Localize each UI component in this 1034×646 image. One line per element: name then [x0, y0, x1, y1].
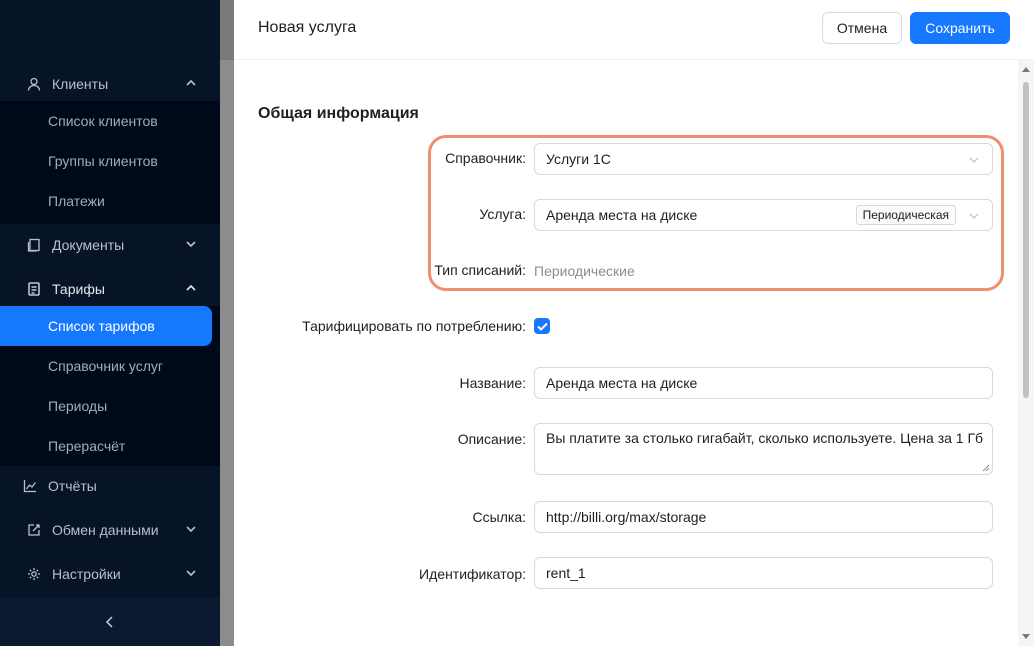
exchange-icon	[26, 522, 42, 538]
identifier-value: rent_1	[546, 565, 586, 581]
sidebar-item-client-groups[interactable]: Группы клиентов	[0, 141, 220, 181]
sidebar-item-label: Перерасчёт	[48, 438, 126, 454]
chevron-down-icon	[186, 570, 196, 577]
name-value: Аренда места на диске	[546, 375, 698, 391]
scroll-down-arrow-icon[interactable]	[1022, 634, 1030, 639]
link-value: http://billi.org/max/storage	[546, 509, 707, 525]
overlay-mask	[220, 60, 234, 646]
directory-value: Услуги 1С	[546, 151, 611, 167]
service-label: Услуга:	[479, 206, 526, 222]
chart-icon	[22, 478, 38, 494]
directory-select[interactable]: Услуги 1С	[534, 143, 993, 175]
sidebar-item-recalculation[interactable]: Перерасчёт	[0, 426, 220, 466]
charge-type-label: Тип списаний:	[434, 262, 526, 278]
name-input[interactable]: Аренда места на диске	[534, 367, 993, 399]
usage-billing-label: Тарифицировать по потреблению:	[302, 318, 526, 334]
scrollbar[interactable]	[1018, 60, 1034, 646]
sidebar-item-label: Список клиентов	[48, 113, 158, 129]
sidebar-group-label: Документы	[52, 237, 125, 253]
new-service-drawer: Новая услуга Отмена Сохранить Общая инфо…	[234, 0, 1034, 646]
service-select[interactable]: Аренда места на диске Периодическая	[534, 199, 993, 231]
sidebar-group-label: Обмен данными	[52, 522, 159, 538]
user-icon	[26, 76, 42, 92]
sidebar-item-label: Периоды	[48, 398, 108, 414]
charge-type-value: Периодические	[534, 263, 635, 279]
scrollbar-thumb[interactable]	[1023, 82, 1029, 398]
sidebar-group-label: Настройки	[52, 566, 121, 582]
usage-billing-checkbox[interactable]	[534, 318, 550, 334]
service-value: Аренда места на диске	[546, 207, 698, 223]
chevron-down-icon	[186, 526, 196, 533]
sidebar-item-label: Группы клиентов	[48, 153, 158, 169]
service-type-tag: Периодическая	[855, 205, 956, 225]
sidebar-group-label: Отчёты	[48, 478, 97, 494]
directory-label: Справочник:	[445, 150, 526, 166]
drawer-header: Новая услуга Отмена Сохранить	[234, 0, 1034, 60]
section-title: Общая информация	[258, 105, 419, 122]
sidebar-item-client-list[interactable]: Список клиентов	[0, 101, 220, 141]
sidebar-group-label: Клиенты	[52, 76, 109, 92]
chevron-up-icon	[186, 79, 196, 86]
sidebar-group-data-exchange[interactable]: Обмен данными	[0, 510, 220, 550]
drawer-title: Новая услуга	[258, 19, 357, 36]
name-label: Название:	[459, 375, 526, 391]
sidebar-item-label: Список тарифов	[48, 318, 155, 334]
link-label: Ссылка:	[472, 509, 526, 525]
link-input[interactable]: http://billi.org/max/storage	[534, 501, 993, 533]
cancel-button[interactable]: Отмена	[822, 12, 902, 44]
sidebar-item-payments[interactable]: Платежи	[0, 181, 220, 221]
sidebar-group-settings[interactable]: Настройки	[0, 554, 220, 594]
chevron-down-icon	[969, 157, 979, 163]
sidebar-group-tariffs[interactable]: Тарифы	[0, 269, 220, 309]
description-value: Вы платите за столько гигабайт, сколько …	[546, 430, 984, 446]
settings-icon	[26, 566, 42, 582]
sidebar-item-service-directory[interactable]: Справочник услуг	[0, 346, 220, 386]
sidebar-group-clients[interactable]: Клиенты	[0, 64, 220, 104]
sidebar-group-label: Тарифы	[52, 281, 105, 297]
scroll-up-arrow-icon[interactable]	[1022, 67, 1030, 72]
identifier-input[interactable]: rent_1	[534, 557, 993, 589]
documents-icon	[26, 237, 42, 253]
sidebar: Клиенты Список клиентов Группы клиентов …	[0, 0, 220, 646]
sidebar-item-periods[interactable]: Периоды	[0, 386, 220, 426]
tariffs-icon	[26, 281, 42, 297]
chevron-down-icon	[186, 241, 196, 248]
resize-handle-icon[interactable]	[982, 464, 990, 472]
sidebar-item-tariff-list[interactable]: Список тарифов	[0, 306, 212, 346]
description-label: Описание:	[457, 431, 526, 447]
sidebar-item-label: Справочник услуг	[48, 358, 164, 374]
chevron-left-icon	[105, 616, 113, 628]
chevron-down-icon	[969, 213, 979, 219]
save-button[interactable]: Сохранить	[910, 12, 1010, 44]
sidebar-group-reports[interactable]: Отчёты	[0, 466, 220, 506]
sidebar-collapse-button[interactable]	[0, 598, 220, 646]
description-textarea[interactable]: Вы платите за столько гигабайт, сколько …	[534, 423, 993, 475]
checkmark-icon	[536, 322, 548, 331]
identifier-label: Идентификатор:	[419, 566, 526, 582]
sidebar-group-documents[interactable]: Документы	[0, 225, 220, 265]
sidebar-item-label: Платежи	[48, 193, 105, 209]
chevron-up-icon	[186, 284, 196, 291]
